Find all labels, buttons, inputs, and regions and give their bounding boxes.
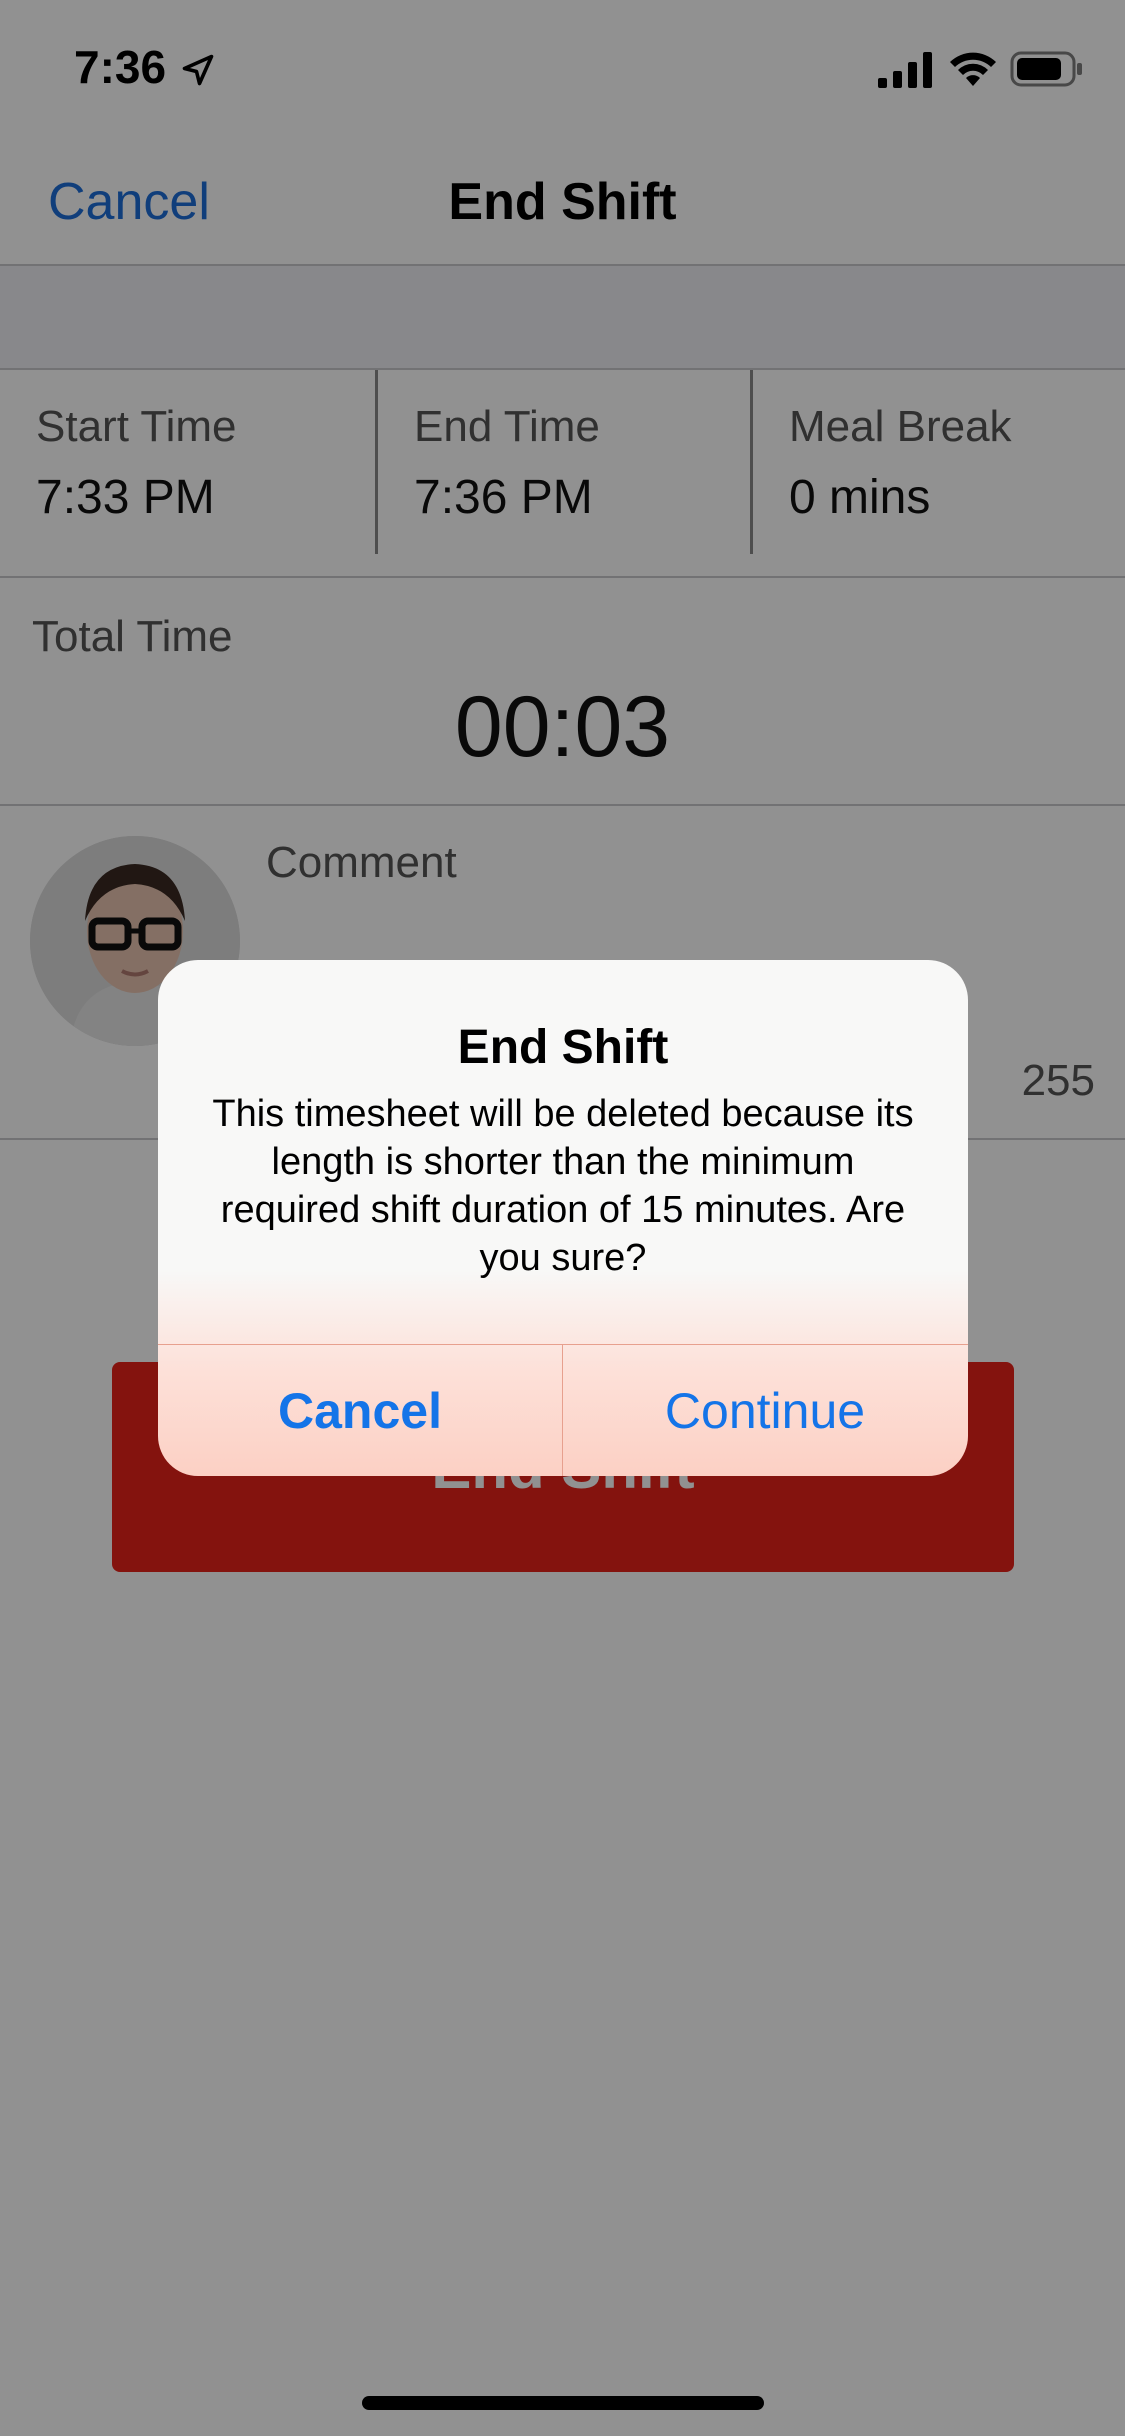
alert-title: End Shift [457,1021,669,1074]
alert-message: This timesheet will be deleted because i… [212,1093,914,1279]
end-shift-alert-dialog: End Shift This timesheet will be deleted… [158,960,968,1476]
alert-continue-button[interactable]: Continue [563,1345,967,1476]
alert-cancel-button[interactable]: Cancel [158,1345,562,1476]
